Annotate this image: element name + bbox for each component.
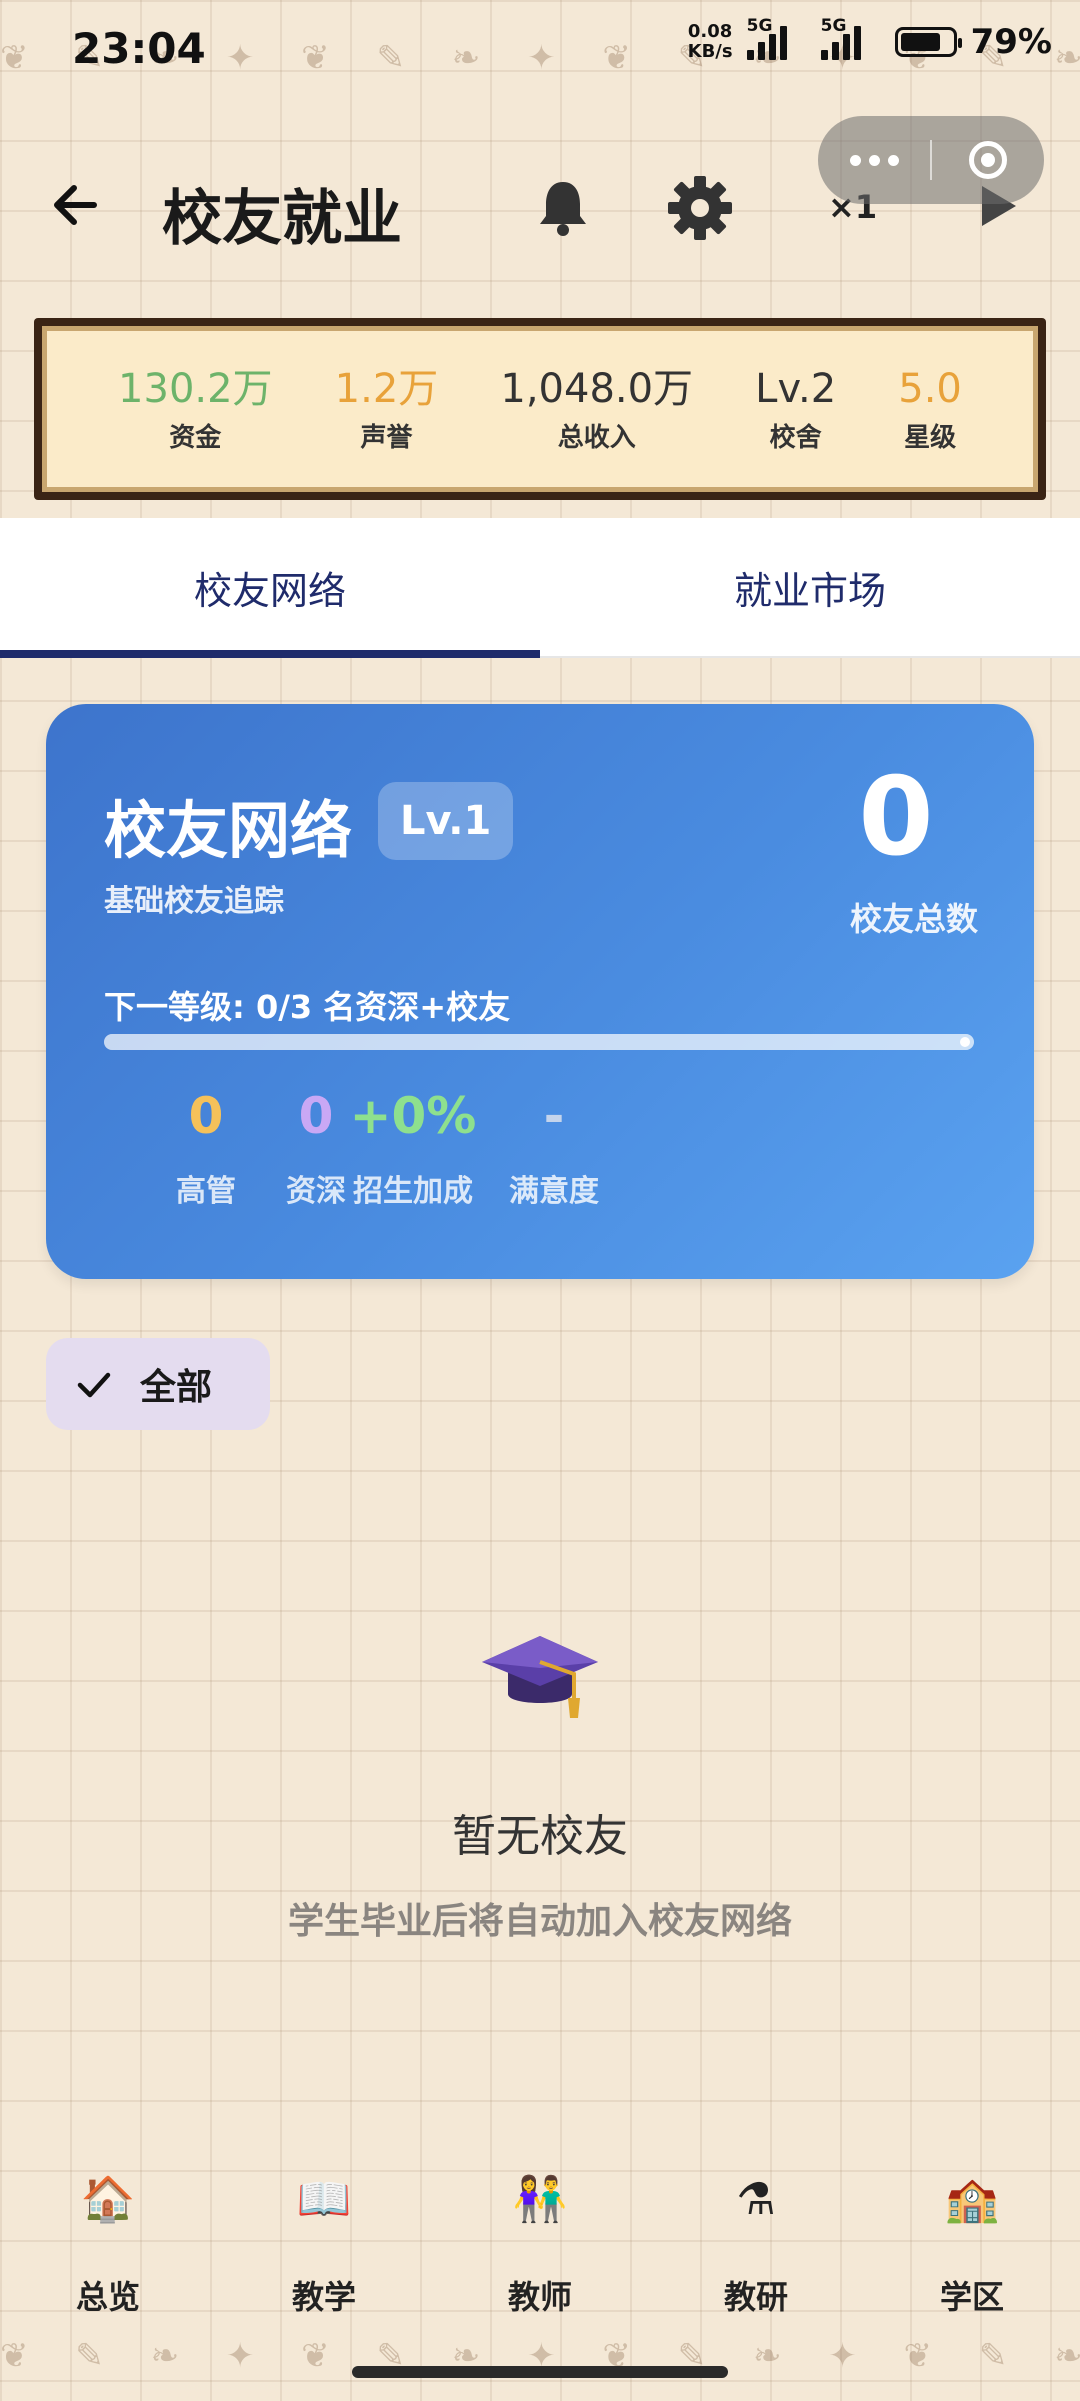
stat-value: 1,048.0万 bbox=[500, 365, 694, 412]
alumni-network-card: 校友网络 Lv.1 基础校友追踪 0 校友总数 下一等级: 0/3 名资深+校友… bbox=[46, 704, 1034, 1279]
stat-item: 5.0 星级 bbox=[898, 365, 962, 454]
empty-state-subtitle: 学生毕业后将自动加入校友网络 bbox=[287, 1901, 792, 1942]
nav-icon: ⚗ bbox=[736, 2174, 776, 2225]
nav-item[interactable]: 🏠 总览 bbox=[33, 2170, 183, 2320]
back-arrow-icon[interactable] bbox=[44, 170, 114, 240]
nav-label: 教学 bbox=[291, 2278, 356, 2316]
tab-bar: 校友网络 就业市场 bbox=[0, 518, 1080, 658]
stat-item: 1,048.0万总收入 bbox=[500, 365, 693, 454]
nav-item[interactable]: 🏫 学区 bbox=[897, 2170, 1047, 2320]
alumni-total-label: 校友总数 bbox=[849, 900, 978, 938]
stat-value: Lv.2 bbox=[755, 365, 837, 412]
stat-label: 校舍 bbox=[769, 422, 822, 453]
page-title: 校友就业 bbox=[162, 184, 402, 254]
stat-label: 星级 bbox=[904, 422, 957, 453]
home-indicator bbox=[352, 2366, 728, 2378]
stat-item: Lv.2 校舍 bbox=[755, 365, 836, 454]
gear-icon[interactable] bbox=[664, 172, 736, 244]
nav-icon: 🏫 bbox=[944, 2174, 1000, 2225]
metric-item: - 满意度 bbox=[474, 1086, 634, 1210]
filter-chip-all[interactable]: 全部 bbox=[46, 1338, 270, 1430]
signal-icon: 5G bbox=[820, 16, 881, 60]
filter-chip-label: 全部 bbox=[140, 1367, 213, 1408]
empty-state-title: 暂无校友 bbox=[452, 1811, 628, 1862]
network-speed: 0.08 KB/s bbox=[687, 21, 733, 62]
nav-icon: 📖 bbox=[296, 2174, 352, 2225]
nav-label: 学区 bbox=[939, 2278, 1004, 2316]
battery-percent: 79% bbox=[970, 22, 1052, 62]
nav-icon: 🏠 bbox=[80, 2174, 136, 2225]
stat-label: 声誉 bbox=[360, 422, 413, 453]
metric-label: 满意度 bbox=[509, 1174, 599, 1209]
metric-item: +0% 招生加成 bbox=[333, 1086, 493, 1210]
level-progress-fill bbox=[104, 1034, 974, 1050]
stat-label: 总收入 bbox=[557, 422, 636, 453]
more-icon[interactable] bbox=[818, 154, 930, 166]
card-subtitle: 基础校友追踪 bbox=[104, 884, 284, 919]
stat-label: 资金 bbox=[169, 422, 222, 453]
metric-label: 招生加成 bbox=[353, 1174, 473, 1209]
nav-item[interactable]: 👫 教师 bbox=[465, 2170, 615, 2320]
tab-job-market[interactable]: 就业市场 bbox=[540, 518, 1080, 656]
check-icon bbox=[77, 1372, 111, 1398]
level-badge: Lv.1 bbox=[378, 782, 514, 860]
stats-panel: 130.2万资金 1.2万声誉 1,048.0万总收入 Lv.2 校舍 5.0 星级 bbox=[34, 318, 1046, 500]
nav-label: 教研 bbox=[723, 2278, 788, 2316]
metric-value: +0% bbox=[349, 1087, 477, 1145]
bell-icon[interactable] bbox=[528, 172, 598, 242]
next-level-text: 下一等级: 0/3 名资深+校友 bbox=[104, 988, 511, 1026]
nav-item[interactable]: 📖 教学 bbox=[249, 2170, 399, 2320]
nav-label: 总览 bbox=[75, 2278, 140, 2316]
nav-label: 教师 bbox=[507, 2278, 572, 2316]
metric-value: - bbox=[543, 1087, 565, 1145]
nav-item[interactable]: ⚗ 教研 bbox=[681, 2170, 831, 2320]
stat-value: 1.2万 bbox=[334, 365, 439, 412]
nav-icon: 👫 bbox=[512, 2174, 568, 2225]
graduation-cap-icon bbox=[482, 1636, 598, 1718]
signal-icon: 5G bbox=[746, 16, 807, 60]
stat-value: 130.2万 bbox=[118, 365, 273, 412]
progress-end-dot bbox=[960, 1037, 970, 1047]
tab-alumni-network[interactable]: 校友网络 bbox=[0, 518, 540, 658]
stat-value: 5.0 bbox=[898, 365, 962, 412]
status-time: 23:04 bbox=[72, 24, 206, 73]
level-progress-bar bbox=[104, 1034, 974, 1050]
target-icon[interactable] bbox=[932, 141, 1044, 179]
stat-item: 130.2万资金 bbox=[118, 365, 273, 454]
battery-icon bbox=[894, 27, 962, 57]
status-icons: 0.08 KB/s 5G 5G 79% bbox=[687, 16, 1052, 62]
mini-program-capsule bbox=[818, 116, 1044, 204]
alumni-total-count: 0 bbox=[858, 755, 934, 880]
card-title: 校友网络 bbox=[104, 794, 353, 867]
stats-row: 130.2万资金 1.2万声誉 1,048.0万总收入 Lv.2 校舍 5.0 星级 bbox=[42, 326, 1038, 492]
bottom-nav: 🏠 总览 📖 教学 👫 教师 ⚗ 教研 🏫 学区 bbox=[0, 2170, 1080, 2320]
stat-item: 1.2万声誉 bbox=[335, 365, 439, 454]
